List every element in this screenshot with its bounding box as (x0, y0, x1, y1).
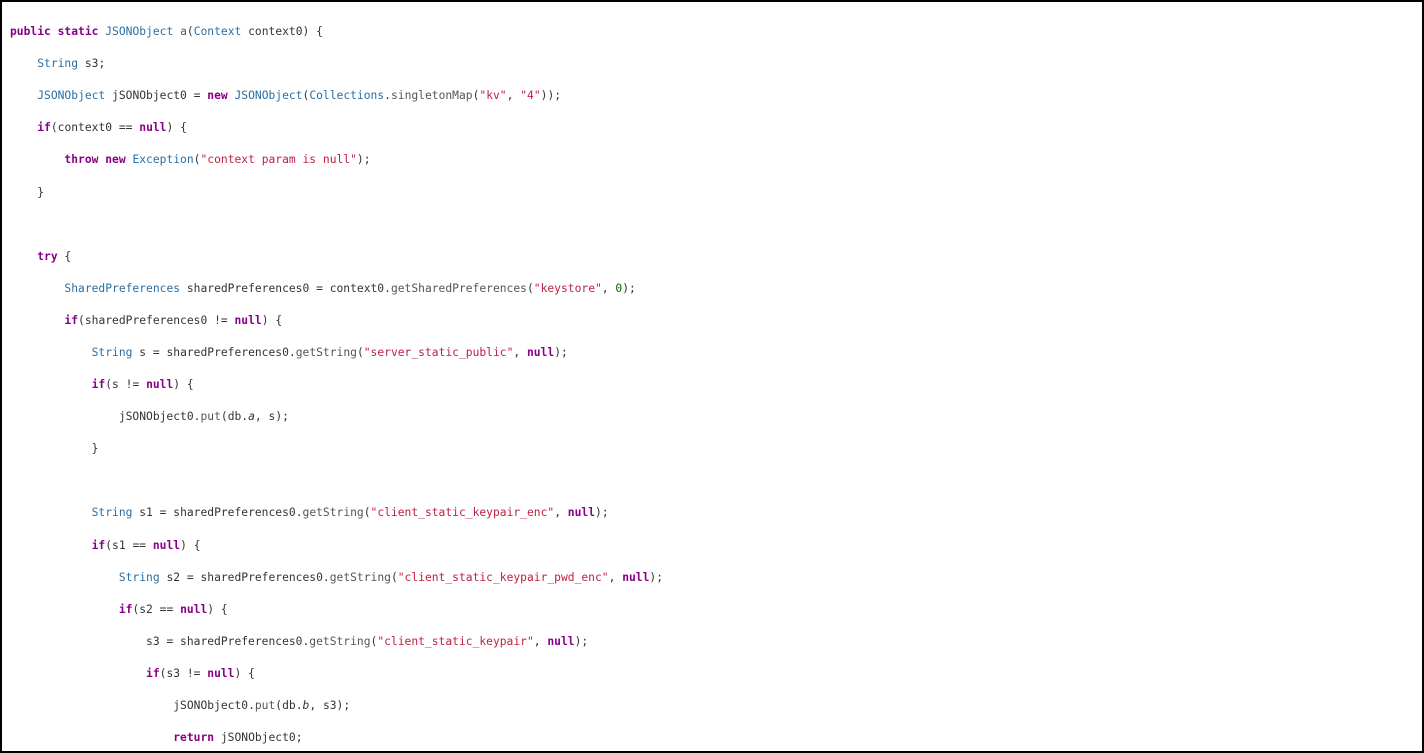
code-line: String s = sharedPreferences0.getString(… (10, 345, 1414, 361)
code-line: return jSONObject0; (10, 730, 1414, 746)
code-line: JSONObject jSONObject0 = new JSONObject(… (10, 88, 1414, 104)
code-line: String s2 = sharedPreferences0.getString… (10, 570, 1414, 586)
code-viewer: public static JSONObject a(Context conte… (0, 0, 1424, 753)
code-line: if(s != null) { (10, 377, 1414, 393)
code-line (10, 473, 1414, 489)
code-line: if(s3 != null) { (10, 666, 1414, 682)
code-line (10, 217, 1414, 233)
code-line: public static JSONObject a(Context conte… (10, 24, 1414, 40)
identifier: context0 (248, 25, 302, 38)
code-line: if(sharedPreferences0 != null) { (10, 313, 1414, 329)
type: JSONObject (105, 25, 173, 38)
code-line: } (10, 185, 1414, 201)
code-line: throw new Exception("context param is nu… (10, 152, 1414, 168)
type: String (37, 57, 78, 70)
code-line: jSONObject0.put(db.a, s); (10, 409, 1414, 425)
type: Context (194, 25, 242, 38)
code-line: String s3; (10, 56, 1414, 72)
code-line: if(s1 == null) { (10, 538, 1414, 554)
code-line: SharedPreferences sharedPreferences0 = c… (10, 281, 1414, 297)
keyword: static (58, 25, 99, 38)
code-line: String s1 = sharedPreferences0.getString… (10, 505, 1414, 521)
code-line: s3 = sharedPreferences0.getString("clien… (10, 634, 1414, 650)
code-line: if(s2 == null) { (10, 602, 1414, 618)
code-line: try { (10, 249, 1414, 265)
code-line: jSONObject0.put(db.b, s3); (10, 698, 1414, 714)
code-line: } (10, 441, 1414, 457)
keyword: public (10, 25, 51, 38)
code-line: if(context0 == null) { (10, 120, 1414, 136)
function-name: a (180, 25, 187, 38)
